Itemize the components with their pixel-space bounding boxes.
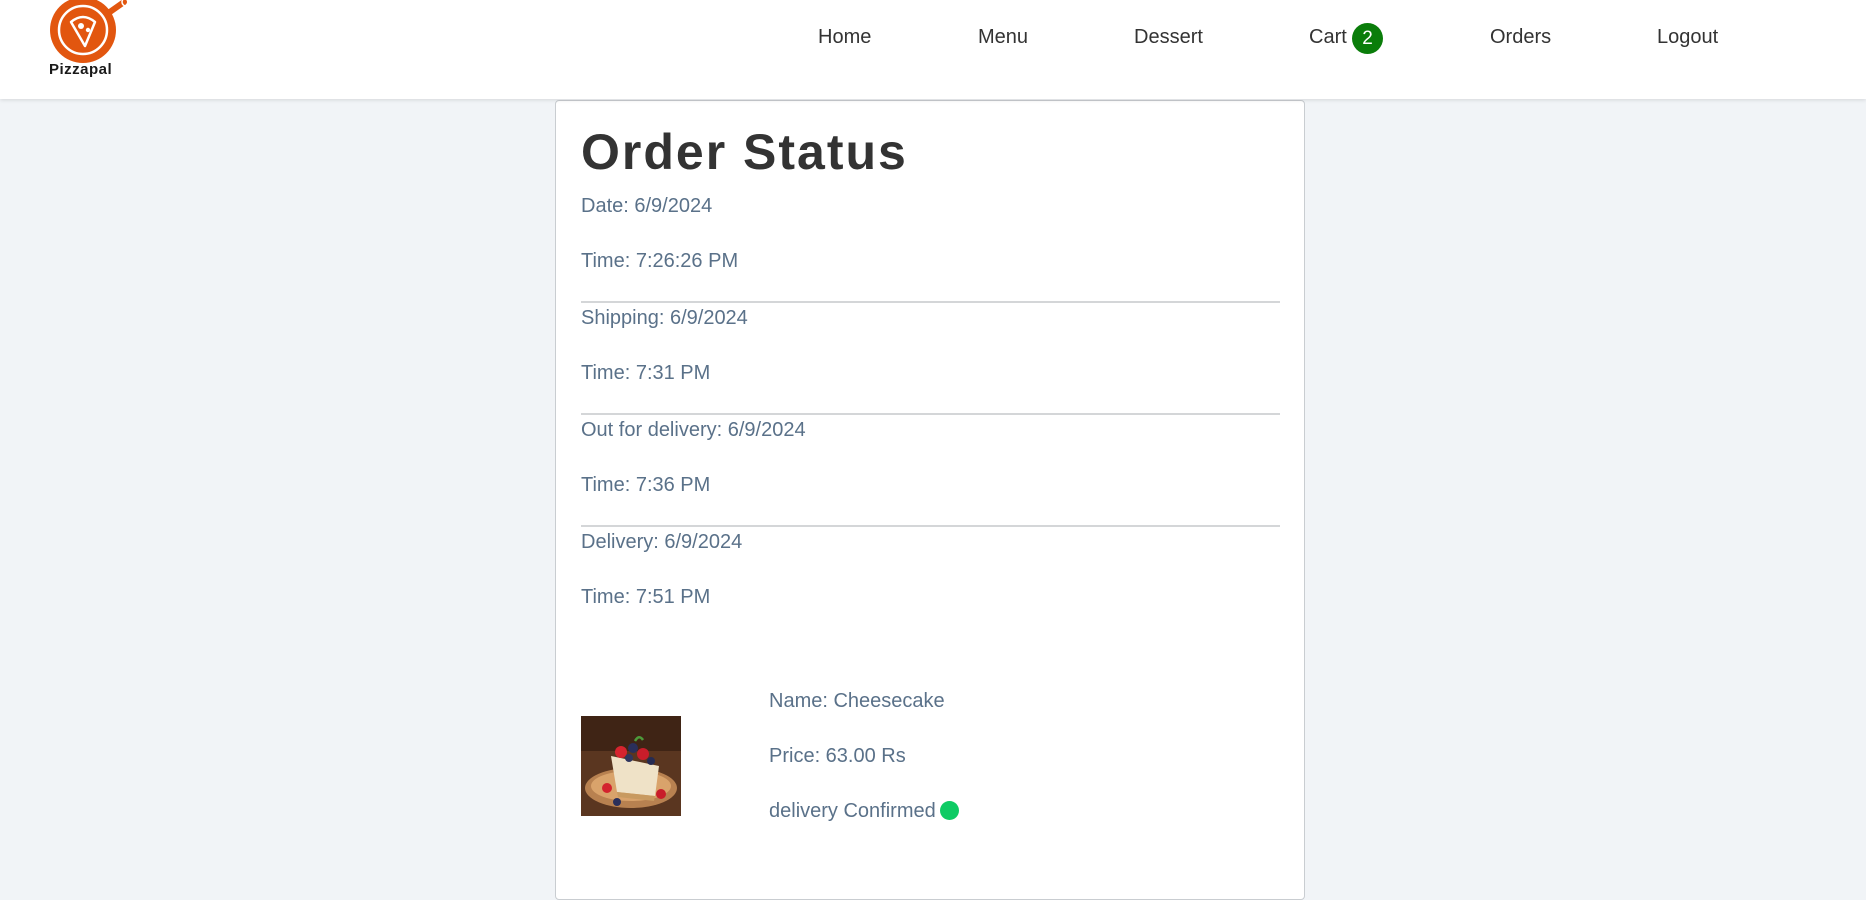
- nav-orders[interactable]: Orders: [1490, 26, 1551, 49]
- navbar: Pizzapal Home Menu Dessert Cart 2 Orders…: [0, 0, 1866, 99]
- brand-name: Pizzapal: [49, 61, 113, 78]
- nav-menu[interactable]: Menu: [978, 26, 1028, 49]
- cart-count-badge[interactable]: 2: [1352, 23, 1383, 54]
- item-price: Price: 63.00 Rs: [769, 745, 906, 767]
- shipping-time: Time: 7:31 PM: [581, 362, 711, 384]
- delivery-time: Time: 7:51 PM: [581, 586, 711, 608]
- shipping-date: Shipping: 6/9/2024: [581, 307, 748, 329]
- order-time: Time: 7:26:26 PM: [581, 250, 739, 272]
- nav-cart[interactable]: Cart: [1309, 26, 1347, 49]
- cheesecake-image: [581, 716, 681, 816]
- item-name: Name: Cheesecake: [769, 690, 945, 712]
- nav-logout[interactable]: Logout: [1657, 26, 1718, 49]
- status-dot-icon: [939, 801, 959, 820]
- out-for-delivery-date: Out for delivery: 6/9/2024: [581, 419, 806, 441]
- nav-home[interactable]: Home: [818, 26, 871, 49]
- delivery-status-label: delivery Confirmed: [769, 800, 936, 822]
- divider: [581, 525, 1280, 527]
- divider: [581, 413, 1280, 415]
- divider: [581, 301, 1280, 303]
- delivery-status: delivery Confirmed: [769, 800, 959, 823]
- order-status-card: Order Status Date: 6/9/2024 Time: 7:26:2…: [555, 100, 1305, 900]
- out-for-delivery-time: Time: 7:36 PM: [581, 474, 711, 496]
- delivery-date: Delivery: 6/9/2024: [581, 531, 743, 553]
- order-date: Date: 6/9/2024: [581, 195, 713, 217]
- page-title: Order Status: [581, 124, 908, 180]
- nav-dessert[interactable]: Dessert: [1134, 26, 1203, 49]
